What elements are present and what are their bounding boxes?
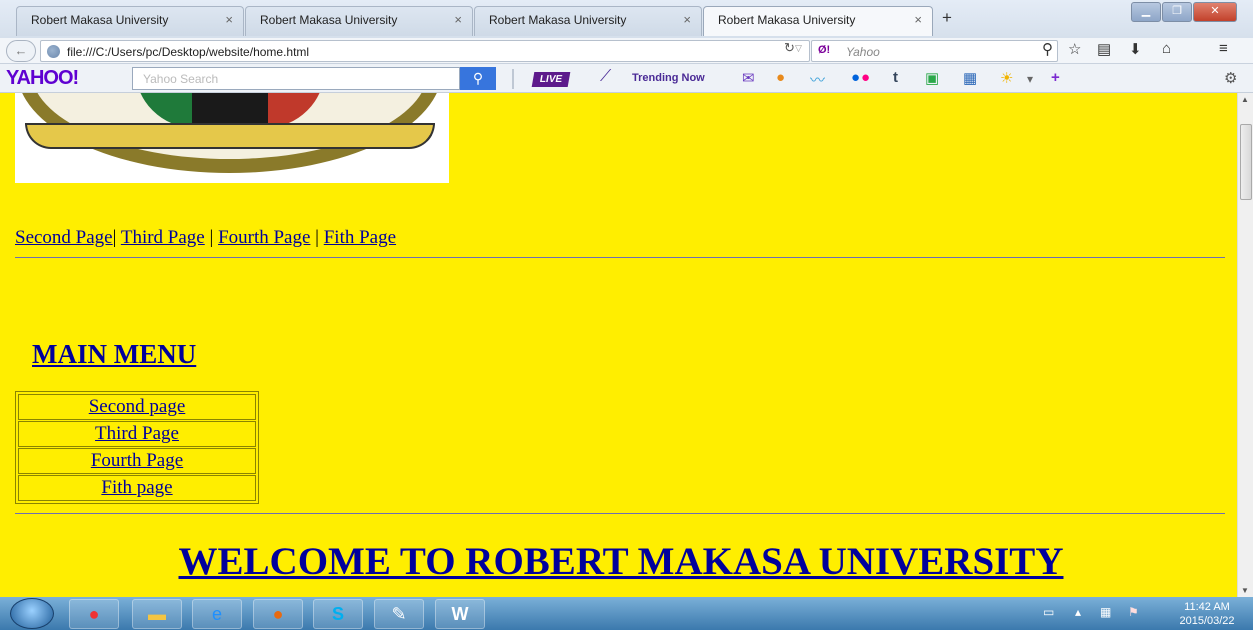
tab-title: Robert Makasa University — [260, 13, 398, 27]
trending-now-button[interactable]: Trending Now — [632, 72, 705, 84]
university-crest-logo — [15, 93, 449, 183]
internet-explorer-taskbar-icon[interactable]: e — [192, 599, 242, 629]
firefox-taskbar-icon[interactable]: ● — [253, 599, 303, 629]
keyboard-icon[interactable]: ▭ — [1043, 605, 1054, 619]
main-menu-table: Second page Third Page Fourth Page Fith … — [15, 391, 259, 504]
close-window-button[interactable]: ✕ — [1193, 2, 1237, 22]
menu-icon[interactable]: ≡ — [1219, 40, 1228, 57]
browser-tab[interactable]: Robert Makasa University × — [245, 6, 473, 36]
globe-icon — [47, 45, 60, 58]
minimize-button[interactable]: ▁ — [1131, 2, 1161, 22]
bookmark-star-icon[interactable]: ☆ — [1068, 40, 1081, 58]
search-placeholder: Yahoo — [846, 45, 880, 59]
crest-motto-ribbon — [25, 123, 435, 149]
gear-icon[interactable]: ⚙ — [1224, 69, 1237, 87]
notepad-taskbar-icon[interactable]: ✎ — [374, 599, 424, 629]
clock-date: 2015/03/22 — [1179, 615, 1235, 627]
word-taskbar-icon[interactable]: W — [435, 599, 485, 629]
tab-title: Robert Makasa University — [489, 13, 627, 27]
main-menu-heading[interactable]: MAIN MENU — [32, 339, 196, 370]
explorer-folder-taskbar-icon[interactable]: ▬ — [132, 599, 182, 629]
menu-item-third-page[interactable]: Third Page — [18, 421, 256, 447]
new-tab-button[interactable]: + — [942, 8, 952, 28]
tab-strip: Robert Makasa University × Robert Makasa… — [0, 0, 1253, 38]
maximize-button[interactable]: ❐ — [1162, 2, 1192, 22]
search-icon[interactable]: ⚲ — [1042, 40, 1053, 58]
menu-item-fourth-page[interactable]: Fourth Page — [18, 448, 256, 474]
url-text: file:///C:/Users/pc/Desktop/website/home… — [67, 45, 310, 59]
link-second-page[interactable]: Second Page — [15, 227, 113, 248]
toolbar-divider — [512, 69, 514, 89]
browser-tab-active[interactable]: Robert Makasa University × — [703, 6, 933, 36]
flickr-dot-icon: ● — [861, 69, 871, 86]
action-center-icon[interactable]: ⚑ — [1128, 605, 1139, 619]
close-icon[interactable]: × — [683, 7, 691, 33]
mail-icon[interactable]: ✉ — [742, 69, 755, 87]
home-icon[interactable]: ⌂ — [1162, 40, 1171, 57]
link-fourth-page[interactable]: Fourth Page — [218, 227, 310, 248]
close-icon[interactable]: × — [914, 7, 922, 33]
answers-icon[interactable]: ▣ — [925, 69, 939, 87]
close-icon[interactable]: × — [454, 7, 462, 33]
system-clock[interactable]: 11:42 AM 2015/03/22 — [1167, 600, 1247, 628]
reload-icon[interactable]: ↻ — [784, 40, 795, 56]
download-icon[interactable]: ⬇ — [1129, 40, 1142, 58]
browser-search-box[interactable]: Ø! Yahoo — [811, 40, 1058, 62]
flickr-icon[interactable]: ● — [851, 69, 860, 86]
tumblr-icon[interactable]: t — [893, 69, 898, 86]
network-icon[interactable]: ▦ — [1100, 605, 1111, 619]
browser-tab[interactable]: Robert Makasa University × — [474, 6, 702, 36]
start-button[interactable] — [10, 598, 54, 629]
tab-title: Robert Makasa University — [718, 13, 856, 27]
yahoo-logo[interactable]: YAHOO! — [6, 67, 79, 90]
navigation-bar: ← file:///C:/Users/pc/Desktop/website/ho… — [0, 38, 1253, 64]
url-bar[interactable]: file:///C:/Users/pc/Desktop/website/home… — [40, 40, 810, 62]
top-navigation-links: Second Page| Third Page | Fourth Page | … — [15, 227, 397, 248]
yahoo-search-input[interactable]: Yahoo Search — [132, 67, 460, 90]
add-icon[interactable]: + — [1051, 69, 1060, 86]
link-third-page[interactable]: Third Page — [121, 227, 205, 248]
show-hidden-icons[interactable]: ▴ — [1075, 605, 1081, 619]
weather-icon[interactable]: ☀ — [1000, 69, 1013, 87]
search-engine-logo[interactable]: Ø! — [818, 44, 830, 56]
menu-item-second-page[interactable]: Second page — [18, 394, 256, 420]
page-viewport: Second Page| Third Page | Fourth Page | … — [0, 93, 1237, 597]
expand-icon[interactable]: ▾ — [1027, 72, 1033, 86]
back-button[interactable]: ← — [6, 40, 36, 62]
link-fith-page[interactable]: Fith Page — [324, 227, 396, 248]
horizontal-rule — [15, 257, 1225, 258]
scroll-down-icon[interactable]: ▼ — [1241, 586, 1249, 595]
news-icon[interactable]: ▦ — [963, 69, 977, 87]
yahoo-search-button[interactable]: ⚲ — [460, 67, 496, 90]
live-button[interactable]: LIVE — [531, 72, 571, 87]
horizontal-rule — [15, 513, 1225, 514]
yahoo-search-placeholder: Yahoo Search — [143, 72, 219, 86]
windows-taskbar: ● ▬ e ● S ✎ W ▭ ▴ ▦ ⚑ 11:42 AM 2015/03/2… — [0, 597, 1253, 630]
close-icon[interactable]: × — [225, 7, 233, 33]
yahoo-toolbar: YAHOO! Yahoo Search ⚲ LIVE ⟋ Trending No… — [0, 64, 1253, 93]
welcome-heading[interactable]: WELCOME TO ROBERT MAKASA UNIVERSITY — [0, 539, 1237, 584]
browser-tab[interactable]: Robert Makasa University × — [16, 6, 244, 36]
skype-taskbar-icon[interactable]: S — [313, 599, 363, 629]
chrome-taskbar-icon[interactable]: ● — [69, 599, 119, 629]
menu-item-fith-page[interactable]: Fith page — [18, 475, 256, 501]
clock-time: 11:42 AM — [1184, 601, 1230, 613]
vertical-scrollbar[interactable]: ▲ ▼ — [1237, 93, 1253, 597]
dropdown-icon[interactable]: ▽ — [795, 43, 802, 54]
trending-icon[interactable]: ⟋ — [600, 68, 611, 86]
scroll-up-icon[interactable]: ▲ — [1241, 95, 1249, 104]
finance-icon[interactable]: 〰 — [810, 69, 825, 90]
bookmarks-menu-icon[interactable]: ▤ — [1097, 40, 1111, 58]
scrollbar-thumb[interactable] — [1240, 124, 1252, 200]
tab-title: Robert Makasa University — [31, 13, 169, 27]
sports-icon[interactable]: ● — [776, 69, 785, 86]
